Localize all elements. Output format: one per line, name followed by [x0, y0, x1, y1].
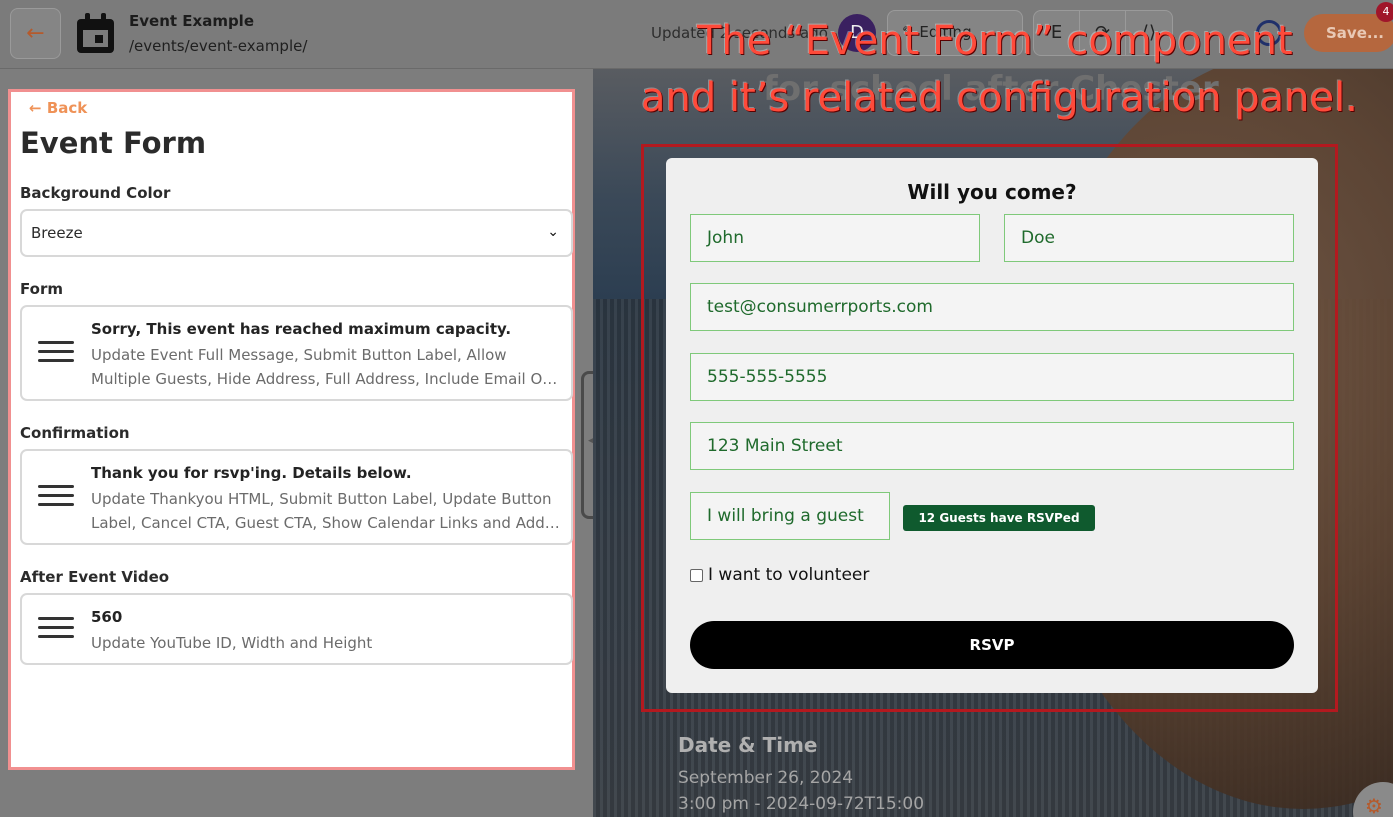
menu-icon: [38, 341, 74, 368]
address-input[interactable]: 123 Main Street: [690, 422, 1294, 470]
config-panel: ← Back Event Form Background Color Breez…: [8, 89, 575, 770]
confirmation-section-label: Confirmation: [20, 424, 130, 442]
after-event-video-label: After Event Video: [20, 568, 170, 586]
event-date: September 26, 2024: [678, 768, 854, 788]
back-button[interactable]: ←: [10, 8, 61, 59]
guests-count-badge: 12 Guests have RSVPed: [903, 505, 1095, 531]
card-description: Update Event Full Message, Submit Button…: [91, 346, 558, 388]
menu-icon: [38, 485, 74, 512]
volunteer-label[interactable]: I want to volunteer: [708, 565, 869, 585]
panel-title: Event Form: [20, 126, 207, 160]
card-title: Thank you for rsvp'ing. Details below.: [91, 464, 412, 482]
after-event-video-card[interactable]: 560 Update YouTube ID, Width and Height: [20, 593, 573, 665]
event-time: 3:00 pm - 2024-09-72T15:00: [678, 794, 925, 814]
card-title: Sorry, This event has reached maximum ca…: [91, 320, 512, 338]
guest-select[interactable]: I will bring a guest: [690, 492, 890, 540]
form-heading: Will you come?: [907, 180, 1077, 204]
email-input[interactable]: test@consumerrports.com: [690, 283, 1294, 331]
page-preview: for school after Chester Will you come? …: [593, 69, 1393, 817]
arrow-left-icon: ←: [26, 21, 45, 46]
card-description: Update YouTube ID, Width and Height: [91, 634, 373, 652]
arrow-left-icon: ←: [29, 99, 42, 117]
last-name-input[interactable]: Doe: [1004, 214, 1294, 262]
form-section-label: Form: [20, 280, 63, 298]
card-description: Update Thankyou HTML, Submit Button Labe…: [91, 490, 552, 532]
annotation-line-1: The “Event Form” component: [697, 18, 1293, 64]
phone-input[interactable]: 555-555-5555: [690, 353, 1294, 401]
page-title: Event Example: [129, 12, 254, 30]
page-path: /events/event-example/: [129, 37, 308, 55]
first-name-input[interactable]: John: [690, 214, 980, 262]
gear-icon: ⚙: [1365, 794, 1383, 817]
form-settings-card[interactable]: Sorry, This event has reached maximum ca…: [20, 305, 573, 401]
rsvp-button[interactable]: RSVP: [690, 621, 1294, 669]
confirmation-settings-card[interactable]: Thank you for rsvp'ing. Details below. U…: [20, 449, 573, 545]
chevron-down-icon: ⌄: [547, 224, 559, 240]
calendar-icon: [77, 13, 114, 53]
panel-back-link[interactable]: ← Back: [29, 99, 87, 117]
event-form[interactable]: Will you come? John Doe test@consumerrpo…: [666, 158, 1318, 693]
card-title: 560: [91, 608, 123, 626]
date-time-heading: Date & Time: [678, 733, 818, 757]
annotation-line-2: and it’s related configuration panel.: [641, 75, 1358, 121]
volunteer-checkbox[interactable]: [690, 569, 703, 582]
menu-icon: [38, 617, 74, 644]
background-color-value: Breeze: [31, 224, 83, 242]
background-color-label: Background Color: [20, 184, 171, 202]
notification-badge[interactable]: 4: [1376, 2, 1393, 22]
background-color-select[interactable]: Breeze ⌄: [20, 209, 573, 257]
